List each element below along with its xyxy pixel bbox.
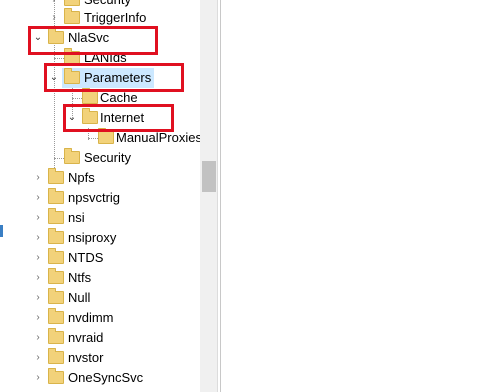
tree-item-label: NTDS	[68, 250, 104, 265]
folder-icon	[64, 8, 80, 24]
folder-icon	[48, 348, 64, 364]
tree-item[interactable]: › Null	[0, 288, 200, 308]
annotation-box-parameters	[44, 63, 184, 92]
annotation-box-internet	[63, 104, 174, 132]
tree-item[interactable]: › NTDS	[0, 248, 200, 268]
folder-icon	[48, 268, 64, 284]
tree-item[interactable]: Security	[0, 148, 200, 168]
tree-item-label: nsi	[68, 210, 85, 225]
folder-icon	[98, 128, 114, 144]
tree-item-label: Ntfs	[68, 270, 92, 285]
folder-icon	[48, 288, 64, 304]
registry-tree[interactable]: › Security › TriggerInfo ⌄ NlaSvc LANIds…	[0, 0, 200, 392]
chevron-right-icon[interactable]: ›	[32, 188, 44, 208]
folder-icon	[48, 168, 64, 184]
tree-item[interactable]: › nsi	[0, 208, 200, 228]
folder-icon	[48, 368, 64, 384]
chevron-right-icon[interactable]: ›	[32, 248, 44, 268]
folder-icon	[48, 208, 64, 224]
folder-icon	[48, 308, 64, 324]
chevron-right-icon[interactable]: ›	[32, 308, 44, 328]
tree-item-label: TriggerInfo	[84, 10, 147, 25]
tree-item[interactable]: › Ntfs	[0, 268, 200, 288]
pane-splitter[interactable]	[217, 0, 218, 392]
tree-item-label: Null	[68, 290, 91, 305]
tree-item-label: Security	[84, 150, 131, 165]
chevron-right-icon[interactable]: ›	[48, 8, 60, 28]
chevron-right-icon[interactable]: ›	[32, 168, 44, 188]
chevron-right-icon[interactable]: ›	[32, 208, 44, 228]
folder-icon	[48, 328, 64, 344]
tree-item[interactable]: › TriggerInfo	[0, 8, 200, 28]
annotation-box-nlasvc	[28, 26, 158, 55]
tree-item-label: nvraid	[68, 330, 104, 345]
tree-item-label: nvstor	[68, 350, 104, 365]
chevron-right-icon[interactable]: ›	[32, 268, 44, 288]
folder-icon	[48, 188, 64, 204]
tree-item-label: nvdimm	[68, 310, 114, 325]
tree-item[interactable]: › npsvctrig	[0, 188, 200, 208]
chevron-right-icon[interactable]: ›	[32, 288, 44, 308]
chevron-right-icon[interactable]: ›	[32, 348, 44, 368]
chevron-right-icon[interactable]: ›	[32, 368, 44, 388]
chevron-right-icon[interactable]: ›	[32, 328, 44, 348]
tree-item[interactable]: › nsiproxy	[0, 228, 200, 248]
folder-icon	[64, 148, 80, 164]
values-pane[interactable]	[221, 0, 494, 392]
folder-icon	[82, 88, 98, 104]
folder-icon	[64, 0, 80, 6]
chevron-right-icon[interactable]: ›	[32, 228, 44, 248]
tree-item-label: npsvctrig	[68, 190, 121, 205]
tree-item[interactable]: › nvstor	[0, 348, 200, 368]
left-edge-marker	[0, 225, 3, 237]
tree-item-label: OneSyncSvc	[68, 370, 144, 385]
tree-item[interactable]: › nvraid	[0, 328, 200, 348]
scrollbar-thumb[interactable]	[202, 161, 216, 192]
tree-item[interactable]: › nvdimm	[0, 308, 200, 328]
tree-item-label: nsiproxy	[68, 230, 117, 245]
tree-scrollbar[interactable]	[200, 0, 217, 392]
tree-item[interactable]: › Npfs	[0, 168, 200, 188]
tree-item[interactable]: › OneSyncSvc	[0, 368, 200, 388]
tree-item-label: Npfs	[68, 170, 95, 185]
folder-icon	[48, 248, 64, 264]
folder-icon	[48, 228, 64, 244]
